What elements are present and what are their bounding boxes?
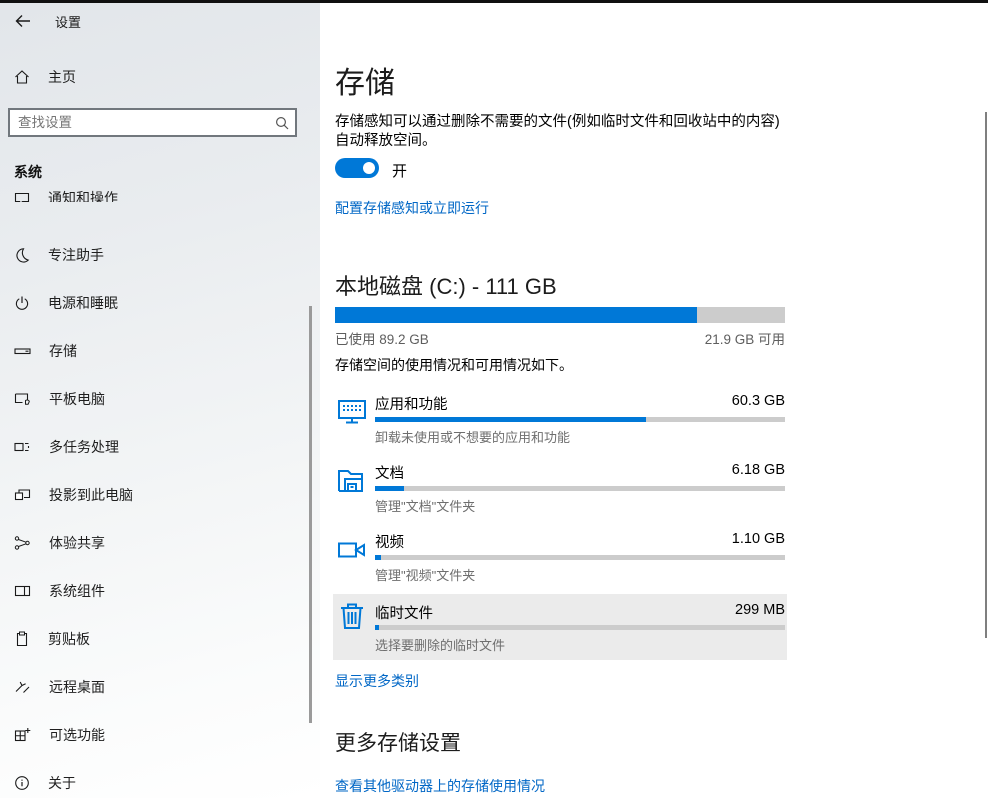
show-more-categories-link[interactable]: 显示更多类别 [335, 671, 419, 691]
back-arrow-icon [15, 14, 31, 28]
disk-free-label: 21.9 GB 可用 [335, 328, 785, 348]
app-title: 设置 [55, 12, 81, 31]
shared-experiences-icon [14, 535, 31, 551]
toggle-knob [363, 162, 375, 174]
storage-sense-toggle[interactable] [335, 158, 379, 178]
power-icon [14, 295, 30, 311]
sidebar-item-system-components[interactable]: 系统组件 [0, 578, 306, 604]
sidebar-item-remote-desktop[interactable]: 远程桌面 [0, 674, 306, 700]
about-icon [14, 775, 30, 791]
sidebar-item-home[interactable]: 主页 [14, 66, 304, 88]
search-icon[interactable] [269, 116, 295, 130]
videos-icon [337, 537, 367, 563]
sidebar: 设置 主页 系统 通知和操作 专注助手 [0, 3, 320, 798]
category-bar [375, 555, 785, 560]
sidebar-item-projecting[interactable]: 投影到此电脑 [0, 482, 306, 508]
focus-assist-icon [14, 247, 30, 263]
category-row-temp-files[interactable]: 临时文件 299 MB 选择要删除的临时文件 [333, 594, 787, 660]
temp-files-icon [339, 602, 365, 630]
usage-description: 存储空间的使用情况和可用情况如下。 [335, 355, 573, 375]
sidebar-item-about[interactable]: 关于 [0, 770, 306, 796]
category-row-apps-features[interactable]: 应用和功能 60.3 GB 卸载未使用或不想要的应用和功能 [333, 389, 787, 451]
sidebar-item-focus-assist[interactable]: 专注助手 [0, 242, 306, 268]
optional-features-icon [14, 727, 31, 743]
main-scrollbar[interactable] [985, 112, 987, 638]
sidebar-scrollbar[interactable] [309, 306, 312, 723]
category-row-documents[interactable]: 文档 6.18 GB 管理"文档"文件夹 [333, 458, 787, 520]
remote-desktop-icon [14, 679, 31, 695]
documents-icon [337, 468, 367, 494]
category-bar [375, 486, 785, 491]
page-title: 存储 [335, 58, 395, 102]
storage-sense-description: 存储感知可以通过删除不需要的文件(例如临时文件和回收站中的内容)自动释放空间。 [335, 113, 783, 150]
disk-title: 本地磁盘 (C:) - 111 GB [335, 269, 557, 301]
sidebar-item-storage[interactable]: 存储 [0, 338, 306, 364]
sidebar-item-clipboard[interactable]: 剪贴板 [0, 626, 306, 652]
sidebar-item-tablet[interactable]: 平板电脑 [0, 386, 306, 412]
more-storage-settings-header: 更多存储设置 [335, 727, 461, 757]
multitasking-icon [14, 439, 31, 455]
sidebar-home-label: 主页 [48, 67, 76, 87]
sidebar-item-optional-features[interactable]: 可选功能 [0, 722, 306, 748]
sidebar-item-notifications[interactable]: 通知和操作 [0, 185, 306, 202]
sidebar-item-power-sleep[interactable]: 电源和睡眠 [0, 290, 306, 316]
storage-icon [14, 343, 31, 359]
disk-usage-bar-fill [335, 307, 697, 323]
configure-storage-sense-link[interactable]: 配置存储感知或立即运行 [335, 198, 489, 218]
toggle-state-label: 开 [392, 160, 407, 181]
category-bar [375, 625, 785, 630]
project-to-pc-icon [14, 487, 31, 503]
apps-features-icon [337, 399, 367, 425]
back-button[interactable] [8, 8, 38, 34]
category-row-videos[interactable]: 视频 1.10 GB 管理"视频"文件夹 [333, 527, 787, 589]
search-input[interactable] [10, 110, 269, 135]
sidebar-item-shared-experiences[interactable]: 体验共享 [0, 530, 306, 556]
notifications-icon [14, 190, 30, 202]
other-drives-link[interactable]: 查看其他驱动器上的存储使用情况 [335, 776, 545, 796]
sidebar-item-notifications-clipped[interactable]: 通知和操作 [0, 185, 306, 202]
sidebar-item-multitasking[interactable]: 多任务处理 [0, 434, 306, 460]
tablet-icon [14, 391, 31, 407]
main-content: 存储 存储感知可以通过删除不需要的文件(例如临时文件和回收站中的内容)自动释放空… [320, 3, 988, 798]
clipboard-icon [14, 631, 30, 647]
category-bar [375, 417, 785, 422]
system-components-icon [14, 583, 31, 599]
search-box[interactable] [8, 108, 297, 137]
home-icon [14, 69, 30, 85]
sidebar-section-system: 系统 [14, 162, 42, 182]
disk-usage-bar [335, 307, 785, 323]
